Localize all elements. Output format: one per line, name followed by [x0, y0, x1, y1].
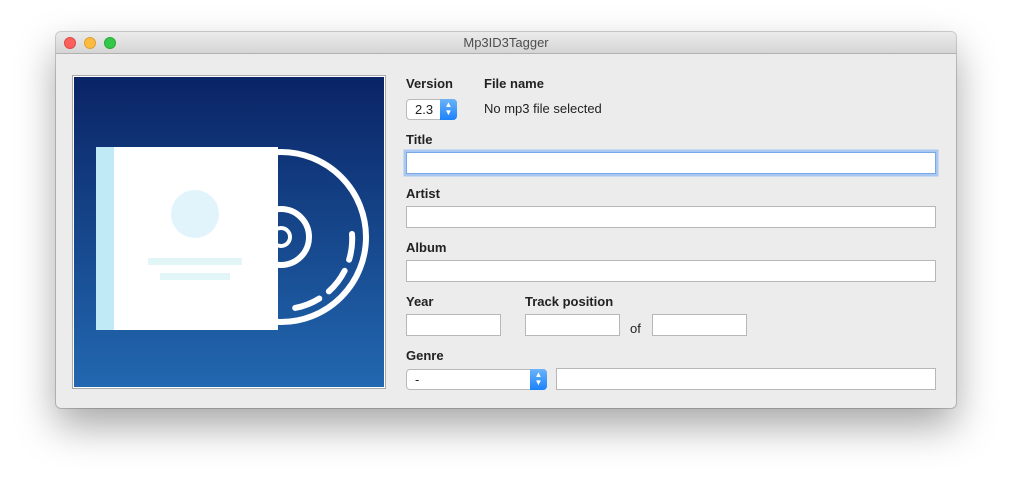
title-input[interactable] — [406, 152, 936, 174]
cover-placeholder-line-2 — [160, 273, 230, 280]
album-label: Album — [406, 240, 447, 255]
cd-case-cover — [114, 147, 278, 330]
year-input[interactable] — [406, 314, 501, 336]
track-position-input[interactable] — [525, 314, 620, 336]
genre-label: Genre — [406, 348, 444, 363]
title-label: Title — [406, 132, 433, 147]
genre-custom-input[interactable] — [556, 368, 936, 390]
album-input[interactable] — [406, 260, 936, 282]
cover-placeholder-line-1 — [148, 258, 242, 265]
window-title: Mp3ID3Tagger — [463, 35, 549, 50]
track-position-label: Track position — [525, 294, 614, 309]
track-total-input[interactable] — [652, 314, 747, 336]
album-art-frame[interactable] — [72, 75, 386, 389]
file-name-value: No mp3 file selected — [484, 101, 602, 116]
version-select[interactable]: 2.3 ▲ ▼ — [406, 99, 457, 120]
file-name-label: File name — [484, 76, 544, 91]
chevron-up-down-icon: ▲ ▼ — [530, 369, 547, 390]
chevron-up-down-icon: ▲ ▼ — [440, 99, 457, 120]
genre-selected-value: - — [415, 372, 420, 387]
year-label: Year — [406, 294, 434, 309]
version-value: 2.3 — [415, 102, 434, 117]
app-window: Mp3ID3Tagger Version 2.3 ▲ ▼ File name N… — [56, 32, 956, 408]
artist-label: Artist — [406, 186, 440, 201]
album-cd-placeholder-icon — [74, 77, 384, 387]
cover-placeholder-avatar — [171, 190, 219, 238]
cd-case-spine — [96, 147, 116, 330]
version-label: Version — [406, 76, 453, 91]
genre-select[interactable]: - ▲ ▼ — [406, 369, 547, 390]
artist-input[interactable] — [406, 206, 936, 228]
track-of-label: of — [630, 321, 641, 336]
title-bar: Mp3ID3Tagger — [56, 32, 956, 54]
